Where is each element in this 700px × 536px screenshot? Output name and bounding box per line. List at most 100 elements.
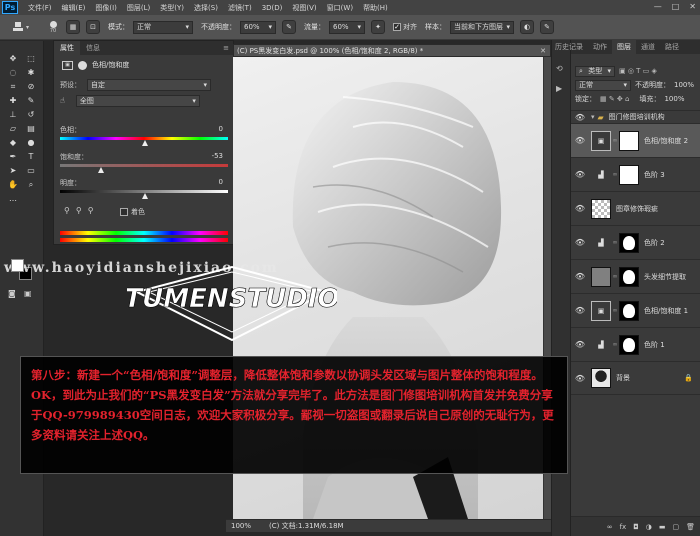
visibility-eye-icon[interactable]: 👁 [571, 238, 589, 247]
menu-filter[interactable]: 滤镜(T) [228, 3, 252, 13]
path-select-tool-icon[interactable]: ➤ [6, 165, 20, 176]
airbrush-button[interactable]: ✦ [371, 20, 385, 34]
clone-stamp-tool-icon[interactable]: ⊥ [6, 109, 20, 120]
tab-layers[interactable]: 图层 [612, 40, 636, 54]
menu-type[interactable]: 类型(Y) [160, 3, 184, 13]
hand-tool-icon[interactable]: ✋ [6, 179, 20, 190]
blend-mode-select[interactable]: 正常 ▾ [575, 79, 631, 91]
tab-properties[interactable]: 属性 [54, 41, 80, 55]
tool-preset-picker[interactable]: ▾ [12, 19, 40, 35]
flow-field[interactable]: 60% ▾ [329, 20, 365, 34]
hue-value[interactable]: 0 [219, 125, 223, 133]
new-layer-icon[interactable]: ▢ [672, 523, 679, 531]
eyedropper-plus-icon[interactable]: ⚲ [76, 206, 82, 215]
screen-mode-icon[interactable]: ▣ [24, 289, 32, 298]
visibility-eye-icon[interactable]: 👁 [571, 374, 589, 383]
menu-help[interactable]: 帮助(H) [363, 3, 388, 13]
close-document-icon[interactable]: ✕ [540, 47, 546, 55]
lock-icons[interactable]: ▦ ✎ ✥ ⌂ [600, 95, 629, 103]
menu-image[interactable]: 图像(I) [95, 3, 117, 13]
visibility-eye-icon[interactable]: 👁 [571, 113, 589, 122]
trash-icon[interactable]: 🗑 [686, 523, 695, 531]
layer-row[interactable]: 👁 ▟ ∞ 色阶 1 [571, 327, 700, 361]
brush-panel-button[interactable]: ▦ [66, 20, 80, 34]
preset-select[interactable]: 自定 ▾ [87, 78, 211, 91]
chevron-down-icon[interactable]: ▾ [591, 113, 595, 121]
tab-paths[interactable]: 路径 [660, 40, 684, 54]
panel-menu-icon[interactable]: ≡ [223, 44, 229, 52]
zoom-level[interactable]: 100% [231, 522, 251, 530]
layer-row[interactable]: 👁 ∞ 头发细节提取 [571, 259, 700, 293]
history-icon[interactable]: ⟲ [556, 64, 563, 73]
colorize-checkbox[interactable]: 着色 [120, 207, 145, 217]
tab-actions[interactable]: 动作 [588, 40, 612, 54]
brush-tool-icon[interactable]: ✎ [24, 95, 38, 106]
marquee-tool-icon[interactable]: ⬚ [24, 53, 38, 64]
opacity-field[interactable]: 60% ▾ [240, 20, 276, 34]
link-layers-icon[interactable]: ∞ [607, 523, 613, 531]
document-tab[interactable]: (C) PS黑发变白发.psd @ 100% (色相/饱和度 2, RGB/8)… [233, 44, 551, 57]
layer-row[interactable]: 👁 ▣ ∞ 色相/饱和度 2 [571, 123, 700, 157]
menu-window[interactable]: 窗口(W) [327, 3, 353, 13]
sample-select[interactable]: 当前和下方图层 ▾ [450, 20, 514, 34]
menu-file[interactable]: 文件(F) [28, 3, 52, 13]
adjustment-layer-icon[interactable]: ◑ [646, 523, 652, 531]
fill-value[interactable]: 100% [664, 95, 684, 103]
layer-filter-select[interactable]: ⌕ 类型 ▾ [575, 65, 615, 77]
layer-row[interactable]: 👁 ▟ ∞ 色阶 2 [571, 225, 700, 259]
pressure-opacity-button[interactable]: ✎ [282, 20, 296, 34]
eyedropper-icon[interactable]: ⚲ [64, 206, 70, 215]
saturation-slider-thumb[interactable] [98, 167, 104, 173]
healing-tool-icon[interactable]: ✚ [6, 95, 20, 106]
blur-tool-icon[interactable]: ◆ [6, 137, 20, 148]
eraser-tool-icon[interactable]: ▱ [6, 123, 20, 134]
foreground-color-swatch[interactable] [11, 259, 24, 272]
gradient-tool-icon[interactable]: ▤ [24, 123, 38, 134]
saturation-slider-track[interactable] [60, 164, 228, 167]
close-button[interactable]: ✕ [689, 2, 696, 11]
quick-mask-icon[interactable]: ◙ [8, 289, 16, 298]
layer-row[interactable]: 👁 背景 🔒 [571, 361, 700, 395]
filter-icons[interactable]: ▣ ◎ T ▭ ◈ [619, 67, 657, 75]
ignore-adjustment-button[interactable]: ◐ [520, 20, 534, 34]
minimize-button[interactable]: — [654, 2, 662, 11]
tab-history[interactable]: 历史记录 [550, 40, 588, 54]
tab-channels[interactable]: 通道 [636, 40, 660, 54]
visibility-eye-icon[interactable]: 👁 [571, 340, 589, 349]
channel-select[interactable]: 全图 ▾ [75, 94, 200, 107]
new-group-icon[interactable]: ▬ [659, 523, 666, 531]
lightness-value[interactable]: 0 [219, 178, 223, 186]
history-brush-tool-icon[interactable]: ↺ [24, 109, 38, 120]
menu-select[interactable]: 选择(S) [194, 3, 218, 13]
pen-tool-icon[interactable]: ✒ [6, 151, 20, 162]
saturation-value[interactable]: -53 [212, 152, 223, 160]
quick-select-tool-icon[interactable]: ✱ [24, 67, 38, 78]
menu-edit[interactable]: 编辑(E) [62, 3, 86, 13]
targeted-adjustment-hand-icon[interactable]: ☝ [60, 96, 65, 105]
visibility-eye-icon[interactable]: 👁 [571, 204, 589, 213]
zoom-tool-icon[interactable]: ⌕ [24, 179, 38, 190]
document-size-info[interactable]: (C) 文档:1.31M/6.18M [269, 521, 344, 531]
eyedropper-tool-icon[interactable]: ⊘ [24, 81, 38, 92]
fx-icon[interactable]: fx [620, 523, 627, 531]
tab-info[interactable]: 信息 [80, 41, 106, 55]
more-tools-icon[interactable]: … [6, 193, 20, 204]
visibility-eye-icon[interactable]: 👁 [571, 170, 589, 179]
actions-icon[interactable]: ▶ [556, 84, 562, 93]
pressure-size-button[interactable]: ✎ [540, 20, 554, 34]
lightness-slider-thumb[interactable] [142, 193, 148, 199]
brush-size-picker[interactable]: 70 [46, 20, 60, 34]
menu-view[interactable]: 视图(V) [292, 3, 316, 13]
clone-source-button[interactable]: ⊡ [86, 20, 100, 34]
mode-select[interactable]: 正常 ▾ [133, 20, 193, 34]
layer-row[interactable]: 👁 图章修饰瑕疵 [571, 191, 700, 225]
lasso-tool-icon[interactable]: ◌ [6, 67, 20, 78]
menu-3d[interactable]: 3D(D) [262, 4, 283, 12]
shape-tool-icon[interactable]: ▭ [24, 165, 38, 176]
move-tool-icon[interactable]: ✥ [6, 53, 20, 64]
visibility-eye-icon[interactable]: 👁 [571, 272, 589, 281]
layer-group[interactable]: 👁 ▾ ▰ 图门修图培训机构 [571, 110, 700, 123]
visibility-eye-icon[interactable]: 👁 [571, 306, 589, 315]
type-tool-icon[interactable]: T [24, 151, 38, 162]
add-mask-icon[interactable]: ◘ [633, 523, 639, 531]
